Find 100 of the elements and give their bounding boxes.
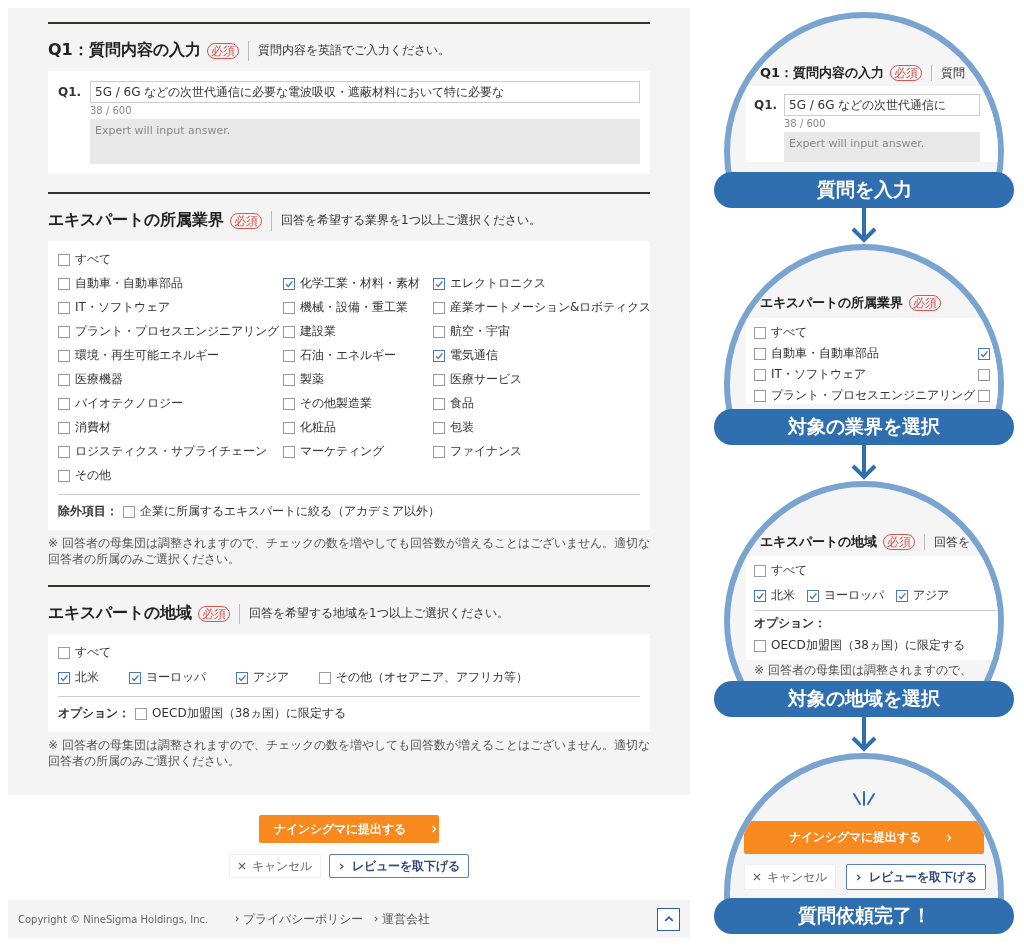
checkbox[interactable] (283, 325, 295, 338)
chevron-right-icon (373, 916, 380, 922)
option-label: 医療機器 (75, 371, 123, 388)
copyright-text: Copyright © NineSigma Holdings, Inc. (18, 913, 209, 925)
option-label: ファイナンス (450, 443, 522, 460)
note-text: ※ 回答者の母集団は調整されますので、チェックの数を増やしても回答数が増えることはございません。適切な回答者の所属のみご選択ください。 (48, 536, 650, 568)
option-label: 北米 (75, 669, 99, 687)
close-icon (753, 873, 761, 881)
checkbox[interactable] (58, 325, 70, 338)
checkbox[interactable] (433, 349, 445, 362)
checkbox[interactable] (283, 445, 295, 458)
withdraw-button[interactable]: レビューを取下げる (329, 854, 469, 878)
checkbox[interactable] (754, 389, 766, 402)
checkbox[interactable] (433, 301, 445, 314)
cancel-button[interactable]: キャンセル (744, 864, 836, 890)
question-label: Q1. (58, 84, 82, 101)
option-label: IT・ソフトウェア (771, 366, 866, 383)
section-title: エキスパートの地域 (48, 603, 192, 625)
footer-link[interactable]: プライバシーポリシー (234, 910, 364, 928)
option-label: 自動車・自動車部品 (75, 275, 183, 292)
section-hint: 回答を (934, 533, 970, 551)
exclusion-heading: 除外項目： (58, 503, 118, 520)
question-label: Q1. (754, 97, 778, 114)
answer-field[interactable]: Expert will input answer. (90, 119, 640, 164)
checkbox[interactable] (129, 671, 141, 684)
close-icon (238, 862, 246, 870)
arrow-down-icon (849, 445, 879, 481)
checkbox[interactable] (283, 277, 295, 290)
checkbox[interactable] (807, 589, 819, 602)
checkbox[interactable] (58, 277, 70, 290)
checkbox[interactable] (433, 445, 445, 458)
checkbox[interactable] (58, 349, 70, 362)
sparkle-icon (851, 791, 877, 807)
option-label: ヨーロッパ (146, 669, 206, 687)
checkbox[interactable] (58, 646, 70, 659)
cancel-button[interactable]: キャンセル (229, 854, 321, 878)
checkbox[interactable] (283, 373, 295, 386)
checkbox[interactable] (283, 349, 295, 362)
option-label: ヨーロッパ (824, 587, 884, 604)
checkbox[interactable] (433, 421, 445, 434)
footer-link[interactable]: 運営会社 (373, 910, 431, 928)
question-field[interactable]: 5G / 6G などの次世代通信に必要な電波吸収・遮蔽材料において特に必要な (90, 81, 640, 103)
back-to-top-button[interactable] (657, 907, 680, 931)
option-label: 企業に所属するエキスパートに絞る（アカデミア以外） (140, 503, 440, 520)
checkbox[interactable] (283, 421, 295, 434)
chevron-right-icon (234, 916, 241, 922)
checkbox[interactable] (58, 397, 70, 410)
arrow-down-icon (849, 208, 879, 244)
option-label: プラント・プロセスエンジニアリング (771, 387, 975, 404)
option-label: すべて (771, 562, 807, 579)
checkbox[interactable] (58, 445, 70, 458)
checkbox[interactable] (754, 368, 766, 381)
checkbox[interactable] (283, 301, 295, 314)
checkbox[interactable] (978, 389, 990, 402)
section-title: Q1：質問内容の入力 (760, 64, 885, 82)
option-label: 電気通信 (450, 347, 498, 364)
checkbox[interactable] (123, 505, 135, 518)
checkbox[interactable] (236, 671, 248, 684)
option-label: IT・ソフトウェア (75, 299, 170, 316)
checkbox[interactable] (433, 397, 445, 410)
checkbox[interactable] (433, 373, 445, 386)
option-label: アジア (253, 669, 289, 687)
withdraw-button[interactable]: レビューを取下げる (846, 864, 986, 890)
checkbox[interactable] (58, 301, 70, 314)
character-counter: 38 / 600 (784, 118, 826, 129)
checkbox[interactable] (283, 397, 295, 410)
option-label: マーケティング (300, 443, 384, 460)
checkbox[interactable] (754, 589, 766, 602)
question-field[interactable]: 5G / 6G などの次世代通信に (784, 94, 980, 116)
checkbox[interactable] (978, 368, 990, 381)
checkbox[interactable] (433, 325, 445, 338)
checkbox[interactable] (58, 373, 70, 386)
answer-field[interactable]: Expert will input answer. (784, 132, 980, 162)
option-label: バイオテクノロジー (75, 395, 183, 412)
option-label: すべて (75, 251, 111, 268)
option-label: プラント・プロセスエンジニアリング (75, 323, 279, 340)
option-label: その他 (75, 467, 111, 484)
checkbox[interactable] (978, 347, 990, 360)
option-label: 機械・設備・重工業 (300, 299, 408, 316)
step-caption: 対象の業界を選択 (714, 409, 1014, 445)
note-text: ※ 回答者の母集団は調整されますので、 (754, 663, 973, 679)
checkbox[interactable] (754, 564, 766, 577)
checkbox[interactable] (754, 639, 766, 652)
option-label: 石油・エネルギー (300, 347, 396, 364)
checkbox[interactable] (754, 347, 766, 360)
checkbox[interactable] (135, 707, 147, 720)
checkbox[interactable] (896, 589, 908, 602)
section-hint: 回答を希望する地域を1つ以上ご選択ください。 (249, 605, 509, 623)
checkbox[interactable] (319, 671, 331, 684)
checkbox[interactable] (58, 421, 70, 434)
option-label: OECD加盟国（38ヵ国）に限定する (152, 705, 346, 723)
section-title: Q1：質問内容の入力 (48, 40, 201, 61)
checkbox[interactable] (58, 671, 70, 684)
checkbox[interactable] (58, 253, 70, 266)
checkbox[interactable] (754, 326, 766, 339)
option-label: アジア (913, 587, 949, 604)
option-label: 化粧品 (300, 419, 336, 436)
checkbox[interactable] (433, 277, 445, 290)
section-hint: 回答を希望する業界を1つ以上ご選択ください。 (281, 212, 541, 229)
checkbox[interactable] (58, 469, 70, 482)
